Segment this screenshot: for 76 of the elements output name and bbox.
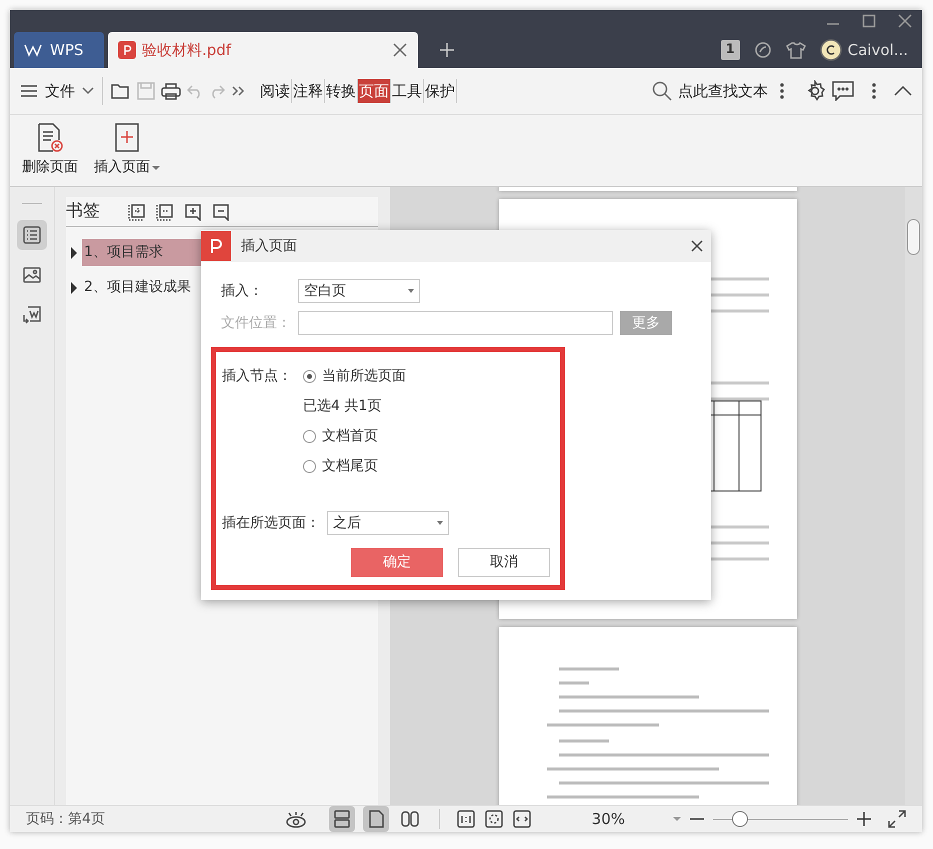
outline-icon [22, 225, 42, 245]
dropdown-field[interactable]: 空白页 [298, 279, 420, 303]
zoom-in-icon[interactable] [856, 811, 872, 827]
file-menu[interactable]: 文件 [44, 78, 76, 104]
user-name[interactable]: Caivol... [848, 38, 908, 62]
insert-page-button[interactable]: 插入页面 [94, 123, 160, 178]
field-label: 插入节点： [222, 367, 293, 386]
double-page-icon [400, 809, 420, 829]
caret-icon [437, 521, 443, 525]
field-label: 文件位置： [221, 314, 292, 332]
save-icon [137, 82, 155, 100]
close-icon[interactable] [392, 42, 408, 58]
scrollbar[interactable] [905, 187, 922, 805]
export-icon [22, 305, 42, 325]
expand-all-icon[interactable] [128, 202, 146, 220]
pdf-icon [118, 41, 136, 59]
home-tab[interactable]: WPS [14, 32, 104, 68]
fit-width-icon[interactable] [512, 809, 532, 829]
dropdown-field[interactable]: 之后 [327, 511, 449, 535]
overflow-icon[interactable] [231, 85, 245, 97]
collapse-all-icon[interactable] [156, 202, 174, 220]
search-icon[interactable] [652, 81, 672, 101]
more-icon[interactable] [872, 83, 876, 99]
new-tab-icon[interactable] [438, 41, 456, 59]
dialog-title: 插入页面 [241, 236, 297, 256]
outline-tab[interactable] [17, 220, 47, 250]
ribbon-tab[interactable]: 保护 [424, 78, 457, 104]
ribbon-tab[interactable]: 工具 [391, 78, 424, 104]
ribbon-tab[interactable]: 页面 [358, 78, 391, 104]
print-icon[interactable] [161, 82, 181, 100]
bookmark-item[interactable]: 2、项目建设成果 [82, 274, 193, 301]
chevron-down-icon[interactable] [82, 87, 94, 95]
document-tab[interactable]: 验收材料.pdf [108, 32, 418, 68]
caret-icon [408, 289, 414, 293]
cancel-button[interactable]: 取消 [458, 548, 550, 577]
field-label: 插入： [221, 282, 264, 300]
avatar-icon[interactable] [820, 39, 842, 61]
eye-icon[interactable] [284, 810, 307, 828]
delete-page-button[interactable]: 删除页面 [22, 123, 78, 178]
page-indicator: 页码：第4页 [26, 810, 105, 828]
logo-icon [24, 43, 44, 57]
ribbon-tab[interactable]: 注释 [292, 78, 325, 104]
zoom-value[interactable]: 30% [592, 808, 625, 830]
ribbon-tab[interactable]: 阅读 [259, 78, 292, 104]
close-icon[interactable] [898, 14, 912, 28]
radio-label[interactable]: 文档首页 [322, 426, 378, 447]
bookmark-icon[interactable] [212, 202, 230, 220]
slider-thumb[interactable] [732, 811, 748, 827]
menu-icon[interactable] [20, 84, 38, 98]
radio-button[interactable] [303, 460, 316, 473]
radio-label[interactable]: 当前所选页面 [322, 366, 406, 387]
radio-label[interactable]: 文档尾页 [322, 456, 378, 477]
folder-icon[interactable] [111, 82, 131, 100]
image-icon [22, 265, 42, 285]
shirt-icon[interactable] [786, 41, 806, 59]
more-icon[interactable] [780, 83, 784, 99]
comment-icon[interactable] [832, 81, 854, 101]
actual-size-icon[interactable] [456, 809, 476, 829]
view-mode-button[interactable] [328, 806, 355, 832]
collapse-icon[interactable] [894, 86, 912, 96]
selection-info: 已选4 共1页 [303, 397, 382, 416]
field-label: 插在所选页面： [222, 514, 321, 532]
search-field[interactable]: 点此查找文本 [678, 80, 774, 102]
add-bookmark-icon[interactable] [184, 202, 202, 220]
view-mode-button[interactable] [362, 806, 389, 832]
collapsed-arrow-icon[interactable] [70, 246, 78, 258]
fit-page-icon[interactable] [484, 809, 504, 829]
collapsed-arrow-icon[interactable] [70, 282, 78, 294]
panel-title: 书签 [66, 200, 100, 223]
fullscreen-icon[interactable] [888, 810, 906, 828]
continuous-page-icon [332, 809, 352, 829]
radio-button[interactable] [303, 370, 316, 383]
radio-button[interactable] [303, 430, 316, 443]
close-icon[interactable] [691, 240, 703, 252]
maximize-icon[interactable] [862, 14, 876, 28]
page-count-badge: 1 [720, 40, 740, 60]
